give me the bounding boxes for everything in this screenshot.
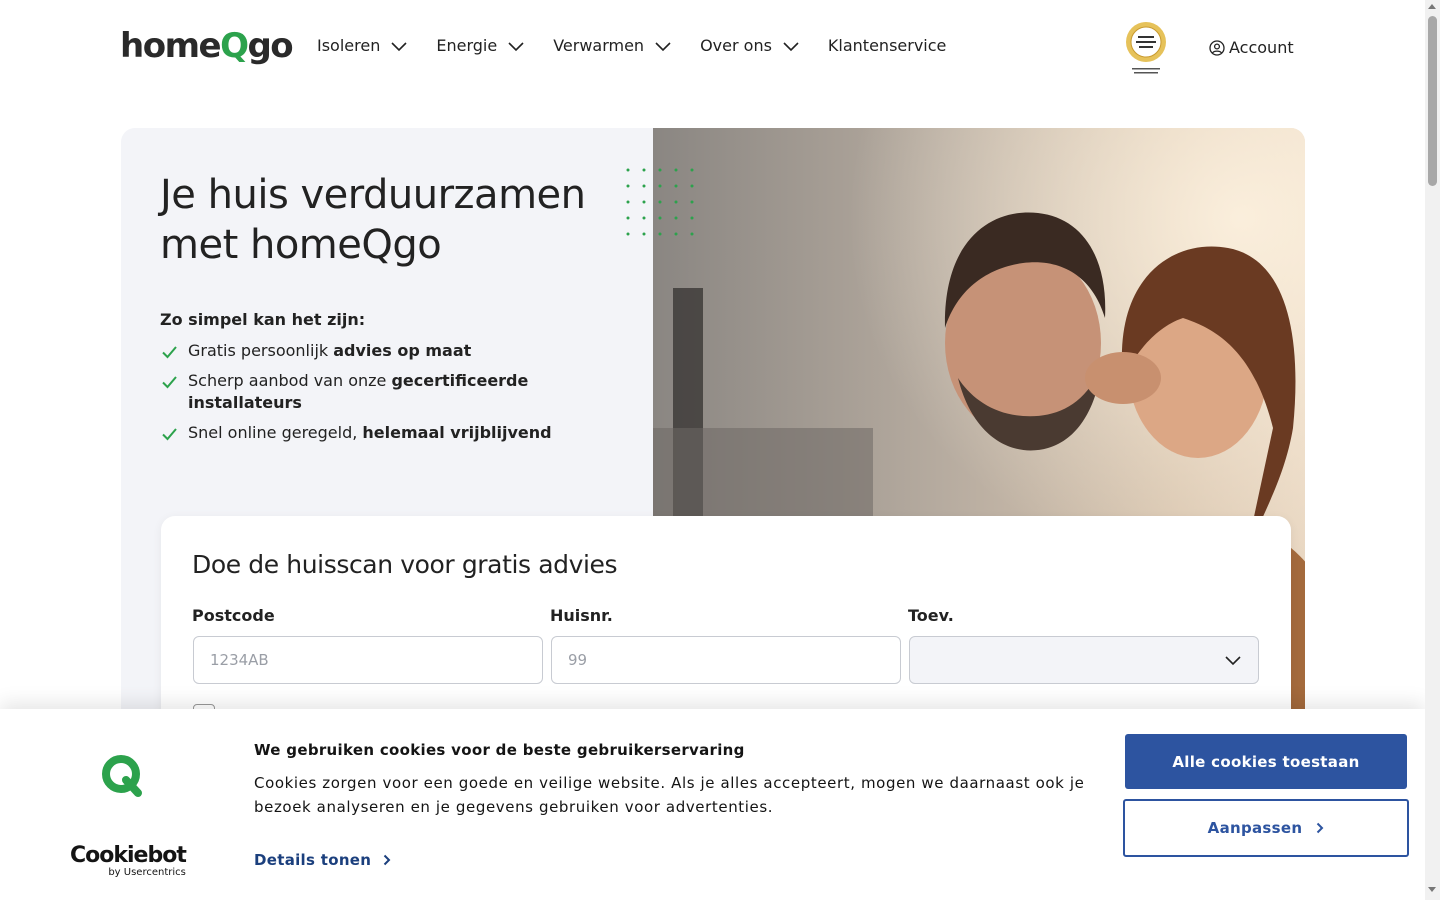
- account-label: Account: [1229, 38, 1294, 57]
- chevron-right-icon: [1317, 822, 1324, 834]
- huisnr-input[interactable]: [551, 636, 901, 684]
- usp-text: Gratis persoonlijk advies op maat: [188, 341, 472, 360]
- main-nav: Isoleren Energie Verwarmen Over ons Klan…: [317, 36, 974, 55]
- nav-label: Over ons: [700, 36, 772, 55]
- cookiebot-by: by Usercentrics: [108, 867, 186, 878]
- cookie-banner: Cookiebot by Usercentrics We gebruiken c…: [0, 709, 1425, 900]
- nav-item-klantenservice[interactable]: Klantenservice: [828, 36, 946, 55]
- nav-label: Isoleren: [317, 36, 381, 55]
- huisscan-form-card: Doe de huisscan voor gratis advies Postc…: [161, 516, 1291, 736]
- usp-item: Snel online geregeld, helemaal vrijblijv…: [160, 422, 560, 444]
- nav-item-verwarmen[interactable]: Verwarmen: [553, 36, 672, 55]
- toev-select[interactable]: [909, 636, 1259, 684]
- nav-item-energie[interactable]: Energie: [436, 36, 525, 55]
- hero-title: Je huis verduurzamen met homeQgo: [160, 172, 586, 268]
- check-icon: [162, 346, 177, 359]
- nav-label: Klantenservice: [827, 36, 947, 55]
- form-title: Doe de huisscan voor gratis advies: [192, 550, 618, 579]
- scroll-down-arrow-icon[interactable]: [1428, 887, 1436, 892]
- scroll-thumb[interactable]: [1428, 16, 1437, 186]
- nav-label: Verwarmen: [553, 36, 645, 55]
- chevron-down-icon: [391, 41, 407, 51]
- cookiebot-name: Cookiebot: [70, 843, 187, 868]
- nav-label: Energie: [436, 36, 498, 55]
- chevron-down-icon: [1225, 656, 1241, 666]
- homeqgo-logo[interactable]: homeQgo: [120, 26, 294, 66]
- scroll-up-arrow-icon[interactable]: [1428, 4, 1436, 9]
- postcode-label: Postcode: [192, 606, 275, 625]
- hero-intro: Zo simpel kan het zijn:: [160, 310, 366, 329]
- usp-item: Scherp aanbod van onze gecertificeerde i…: [160, 370, 560, 414]
- chevron-down-icon: [783, 41, 799, 51]
- award-badge-icon[interactable]: [1124, 20, 1168, 78]
- logo-part-q: Q: [220, 26, 249, 66]
- toev-label: Toev.: [908, 606, 954, 625]
- logo-part-home: home: [120, 26, 222, 66]
- page-scrollbar[interactable]: [1425, 0, 1440, 900]
- chevron-down-icon: [508, 41, 524, 51]
- customize-label: Aanpassen: [1207, 819, 1303, 837]
- postcode-input[interactable]: [193, 636, 543, 684]
- nav-item-over-ons[interactable]: Over ons: [700, 36, 800, 55]
- huisnr-label: Huisnr.: [550, 606, 613, 625]
- chevron-down-icon: [655, 41, 671, 51]
- cookiebot-logo: Cookiebot by Usercentrics: [70, 843, 187, 879]
- usp-text: Snel online geregeld, helemaal vrijblijv…: [188, 423, 552, 442]
- site-header: homeQgo Isoleren Energie Verwarmen Over …: [0, 0, 1425, 96]
- logo-part-go: go: [247, 26, 293, 66]
- usp-item: Gratis persoonlijk advies op maat: [160, 340, 560, 362]
- customize-cookies-button[interactable]: Aanpassen: [1123, 799, 1409, 857]
- user-icon: [1209, 39, 1225, 56]
- nav-item-isoleren[interactable]: Isoleren: [317, 36, 408, 55]
- allow-all-cookies-button[interactable]: Alle cookies toestaan: [1125, 734, 1407, 789]
- homeqgo-q-logo-icon: [102, 755, 142, 797]
- chevron-right-icon: [384, 854, 391, 866]
- check-icon: [162, 428, 177, 441]
- cookie-text: Cookies zorgen voor een goede en veilige…: [254, 774, 1085, 816]
- details-label: Details tonen: [254, 851, 372, 869]
- usp-text: Scherp aanbod van onze gecertificeerde i…: [188, 371, 529, 412]
- decorative-dots: [626, 168, 694, 236]
- check-icon: [162, 376, 177, 389]
- account-link[interactable]: Account: [1209, 38, 1294, 57]
- cookie-title: We gebruiken cookies voor de beste gebru…: [254, 741, 745, 759]
- details-link[interactable]: Details tonen: [254, 851, 391, 869]
